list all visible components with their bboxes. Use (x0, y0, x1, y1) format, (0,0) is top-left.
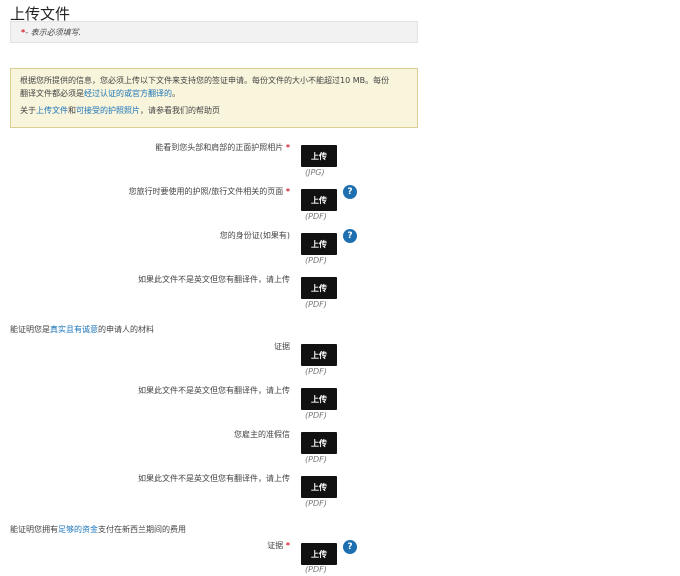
upload-button-passport-photo[interactable]: 上传 (301, 145, 337, 167)
info-about-suffix: ，请参看我们的帮助页 (140, 106, 220, 115)
file-type-label: (PDF) (305, 212, 327, 221)
required-star: * (285, 143, 290, 152)
sufficient-funds-link[interactable]: 足够的资金 (58, 525, 98, 534)
help-icon[interactable]: ? (343, 185, 357, 199)
file-type-label: (PDF) (305, 565, 327, 574)
section-title-sufficient-funds: 能证明您拥有足够的资金支付在新西兰期间的费用 (10, 524, 186, 535)
section-title-suffix: 的申请人的材料 (98, 325, 154, 334)
file-type-label: (PDF) (305, 455, 327, 464)
upload-button-translation[interactable]: 上传 (301, 388, 337, 410)
file-type-label: (PDF) (305, 499, 327, 508)
required-note: * - 表示必须填写. (10, 21, 418, 43)
file-type-label: (JPG) (305, 168, 325, 177)
field-label-funds-evidence: 证据 * (267, 541, 290, 550)
upload-button-translation[interactable]: 上传 (301, 476, 337, 498)
field-label-passport-pages: 您旅行时要使用的护照/旅行文件相关的页面 * (128, 187, 290, 196)
help-icon[interactable]: ? (343, 229, 357, 243)
upload-button-employer-leave-letter[interactable]: 上传 (301, 432, 337, 454)
upload-button-translation[interactable]: 上传 (301, 277, 337, 299)
file-type-label: (PDF) (305, 367, 327, 376)
section-title-prefix: 能证明您拥有 (10, 525, 58, 534)
info-line-1: 根据您所提供的信息，您必须上传以下文件来支持您的签证申请。每份文件的大小不能超过… (20, 76, 390, 85)
required-star: * (285, 187, 290, 196)
section-title-genuine-applicant: 能证明您是真实且有诚意的申请人的材料 (10, 324, 154, 335)
upload-button-passport-pages[interactable]: 上传 (301, 189, 337, 211)
upload-button-id-card[interactable]: 上传 (301, 233, 337, 255)
info-about-mid: 和 (68, 106, 76, 115)
passport-photo-help-link[interactable]: 可接受的护照照片 (76, 106, 140, 115)
section-title-suffix: 支付在新西兰期间的费用 (98, 525, 186, 534)
required-star: * (285, 541, 290, 550)
field-label-evidence: 证据 (274, 342, 290, 351)
certified-translation-link[interactable]: 经过认证的或官方翻译的 (84, 89, 172, 98)
file-type-label: (PDF) (305, 256, 327, 265)
info-help-line: 关于上传文件和可接受的护照照片，请参看我们的帮助页 (20, 104, 408, 117)
info-about-prefix: 关于 (20, 106, 36, 115)
info-line-2-prefix: 翻译文件都必须是 (20, 89, 84, 98)
upload-button-evidence[interactable]: 上传 (301, 344, 337, 366)
file-type-label: (PDF) (305, 411, 327, 420)
field-label-translation: 如果此文件不是英文但您有翻译件，请上传 (138, 474, 290, 483)
genuine-intent-link[interactable]: 真实且有诚意 (50, 325, 98, 334)
field-label-translation: 如果此文件不是英文但您有翻译件，请上传 (138, 275, 290, 284)
upload-button-funds-evidence[interactable]: 上传 (301, 543, 337, 565)
help-icon[interactable]: ? (343, 540, 357, 554)
field-label-employer-leave-letter: 您雇主的准假信 (234, 430, 290, 439)
required-note-text: - 表示必须填写. (25, 27, 82, 37)
field-label-translation: 如果此文件不是英文但您有翻译件，请上传 (138, 386, 290, 395)
info-line-2: 翻译文件都必须是经过认证的或官方翻译的。 (20, 87, 408, 100)
field-label-passport-photo: 能看到您头部和肩部的正面护照相片 * (155, 143, 290, 152)
info-box: 根据您所提供的信息，您必须上传以下文件来支持您的签证申请。每份文件的大小不能超过… (10, 68, 418, 128)
info-line-2-suffix: 。 (172, 89, 180, 98)
upload-files-help-link[interactable]: 上传文件 (36, 106, 68, 115)
section-title-prefix: 能证明您是 (10, 325, 50, 334)
file-type-label: (PDF) (305, 300, 327, 309)
field-label-id-card: 您的身份证(如果有) (219, 231, 290, 240)
